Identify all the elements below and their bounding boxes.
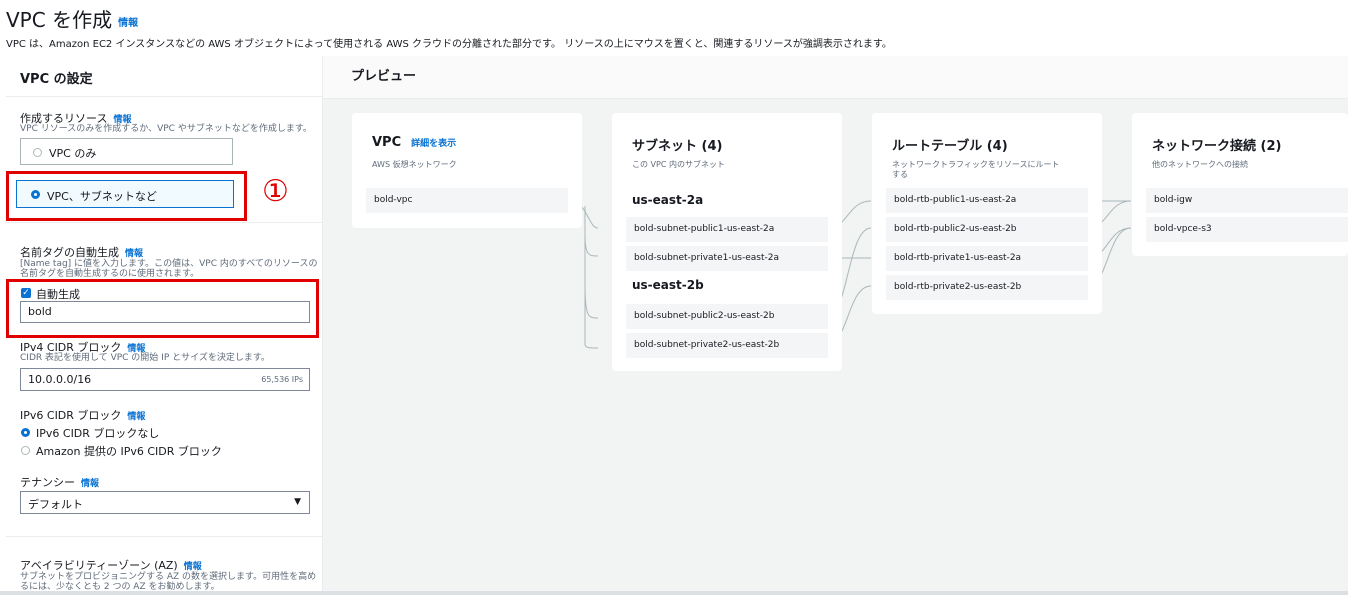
az-label-text: アベイラビリティーゾーン (AZ) [20, 559, 178, 572]
highlight-box-1 [6, 171, 247, 221]
subnet-card-subtitle: この VPC 内のサブネット [632, 160, 725, 169]
vpc-card: VPC 詳細を表示 AWS 仮想ネットワーク bold-vpc [352, 113, 582, 228]
az-info-link[interactable]: 情報 [184, 562, 202, 572]
name-tag-label-text: 名前タグの自動生成 [20, 246, 119, 259]
ipv6-label-text: IPv6 CIDR ブロック [20, 409, 122, 422]
radio-ipv6-none[interactable] [21, 428, 30, 437]
vpc-details-link[interactable]: 詳細を表示 [411, 139, 456, 149]
vpc-chip[interactable]: bold-vpc [366, 188, 568, 213]
ipv6-info-link[interactable]: 情報 [127, 412, 145, 422]
ipv4-cidr-input[interactable]: 10.0.0.0/16 65,536 IPs [20, 368, 310, 391]
network-card-title: ネットワーク接続 (2) [1152, 139, 1282, 154]
network-chip[interactable]: bold-vpce-s3 [1146, 217, 1348, 242]
route-table-chip[interactable]: bold-rtb-private1-us-east-2a [886, 246, 1088, 271]
page-description: VPC は、Amazon EC2 インスタンスなどの AWS オブジェクトによっ… [6, 39, 892, 50]
option-vpc-only-label: VPC のみ [49, 147, 97, 160]
divider [6, 222, 322, 223]
vpc-settings-panel: VPC の設定 作成するリソース 情報 VPC リソースのみを作成するか、VPC … [6, 56, 323, 595]
tenancy-label: テナンシー 情報 [20, 474, 99, 490]
subnet-chip[interactable]: bold-subnet-private1-us-east-2a [626, 246, 828, 271]
tenancy-label-text: テナンシー [20, 476, 75, 489]
panel-header: VPC の設定 [6, 56, 322, 97]
az-heading-1: us-east-2a [632, 193, 704, 207]
radio-ipv6-amazon[interactable] [21, 446, 30, 455]
subnet-card: サブネット (4) この VPC 内のサブネット us-east-2a bold… [612, 113, 842, 371]
annotation-1: ① [262, 174, 289, 209]
route-table-chip[interactable]: bold-rtb-private2-us-east-2b [886, 275, 1088, 300]
horizontal-scrollbar[interactable] [0, 591, 1348, 595]
ipv4-ip-count: 65,536 IPs [261, 375, 303, 384]
ipv6-amazon-label: Amazon 提供の IPv6 CIDR ブロック [36, 445, 222, 458]
network-chip[interactable]: bold-igw [1146, 188, 1348, 213]
az-label: アベイラビリティーゾーン (AZ) 情報 [20, 557, 202, 573]
route-table-card-subtitle-2: する [892, 170, 908, 179]
caret-down-icon: ▼ [294, 497, 301, 507]
route-table-chip[interactable]: bold-rtb-public1-us-east-2a [886, 188, 1088, 213]
vpc-card-subtitle: AWS 仮想ネットワーク [372, 160, 457, 169]
az-heading-2: us-east-2b [632, 278, 704, 292]
highlight-box-2 [6, 279, 319, 338]
ipv4-cidr-value: 10.0.0.0/16 [28, 373, 92, 386]
route-table-card-title: ルートテーブル (4) [892, 139, 1008, 154]
divider [6, 536, 322, 537]
preview-panel: プレビュー VPC 詳細を表示 AWS 仮想ネットワーク bold-vpc サブネ… [323, 56, 1348, 595]
tenancy-info-link[interactable]: 情報 [81, 479, 99, 489]
ipv6-none-label: IPv6 CIDR ブロックなし [36, 427, 160, 440]
ipv6-label: IPv6 CIDR ブロック 情報 [20, 407, 145, 423]
tenancy-value: デフォルト [28, 498, 83, 511]
subnet-card-title: サブネット (4) [632, 139, 723, 154]
vpc-card-title-text: VPC [372, 135, 402, 150]
subnet-chip[interactable]: bold-subnet-public1-us-east-2a [626, 217, 828, 242]
network-card-subtitle: 他のネットワークへの接続 [1152, 160, 1248, 169]
route-table-chip[interactable]: bold-rtb-public2-us-east-2b [886, 217, 1088, 242]
name-tag-label: 名前タグの自動生成 情報 [20, 244, 143, 260]
route-table-card: ルートテーブル (4) ネットワークトラフィックをリソースにルート する bol… [872, 113, 1102, 314]
page-title: VPC を作成 情報 [6, 4, 138, 33]
info-link[interactable]: 情報 [118, 18, 138, 29]
vpc-card-title: VPC 詳細を表示 [372, 135, 456, 150]
tenancy-select[interactable]: デフォルト ▼ [20, 491, 310, 514]
subnet-chip[interactable]: bold-subnet-public2-us-east-2b [626, 304, 828, 329]
radio-vpc-only[interactable] [33, 148, 42, 157]
page-title-text: VPC を作成 [6, 8, 113, 32]
resources-help: VPC リソースのみを作成するか、VPC やサブネットなどを作成します。 [20, 124, 312, 134]
route-table-card-subtitle-1: ネットワークトラフィックをリソースにルート [892, 160, 1060, 169]
network-card: ネットワーク接続 (2) 他のネットワークへの接続 bold-igw bold-… [1132, 113, 1348, 256]
option-vpc-only[interactable]: VPC のみ [20, 138, 233, 165]
ipv4-help: CIDR 表記を使用して VPC の開始 IP とサイズを決定します。 [20, 353, 270, 363]
subnet-chip[interactable]: bold-subnet-private2-us-east-2b [626, 333, 828, 358]
name-tag-info-link[interactable]: 情報 [125, 249, 143, 259]
panel-title: VPC の設定 [20, 72, 93, 87]
